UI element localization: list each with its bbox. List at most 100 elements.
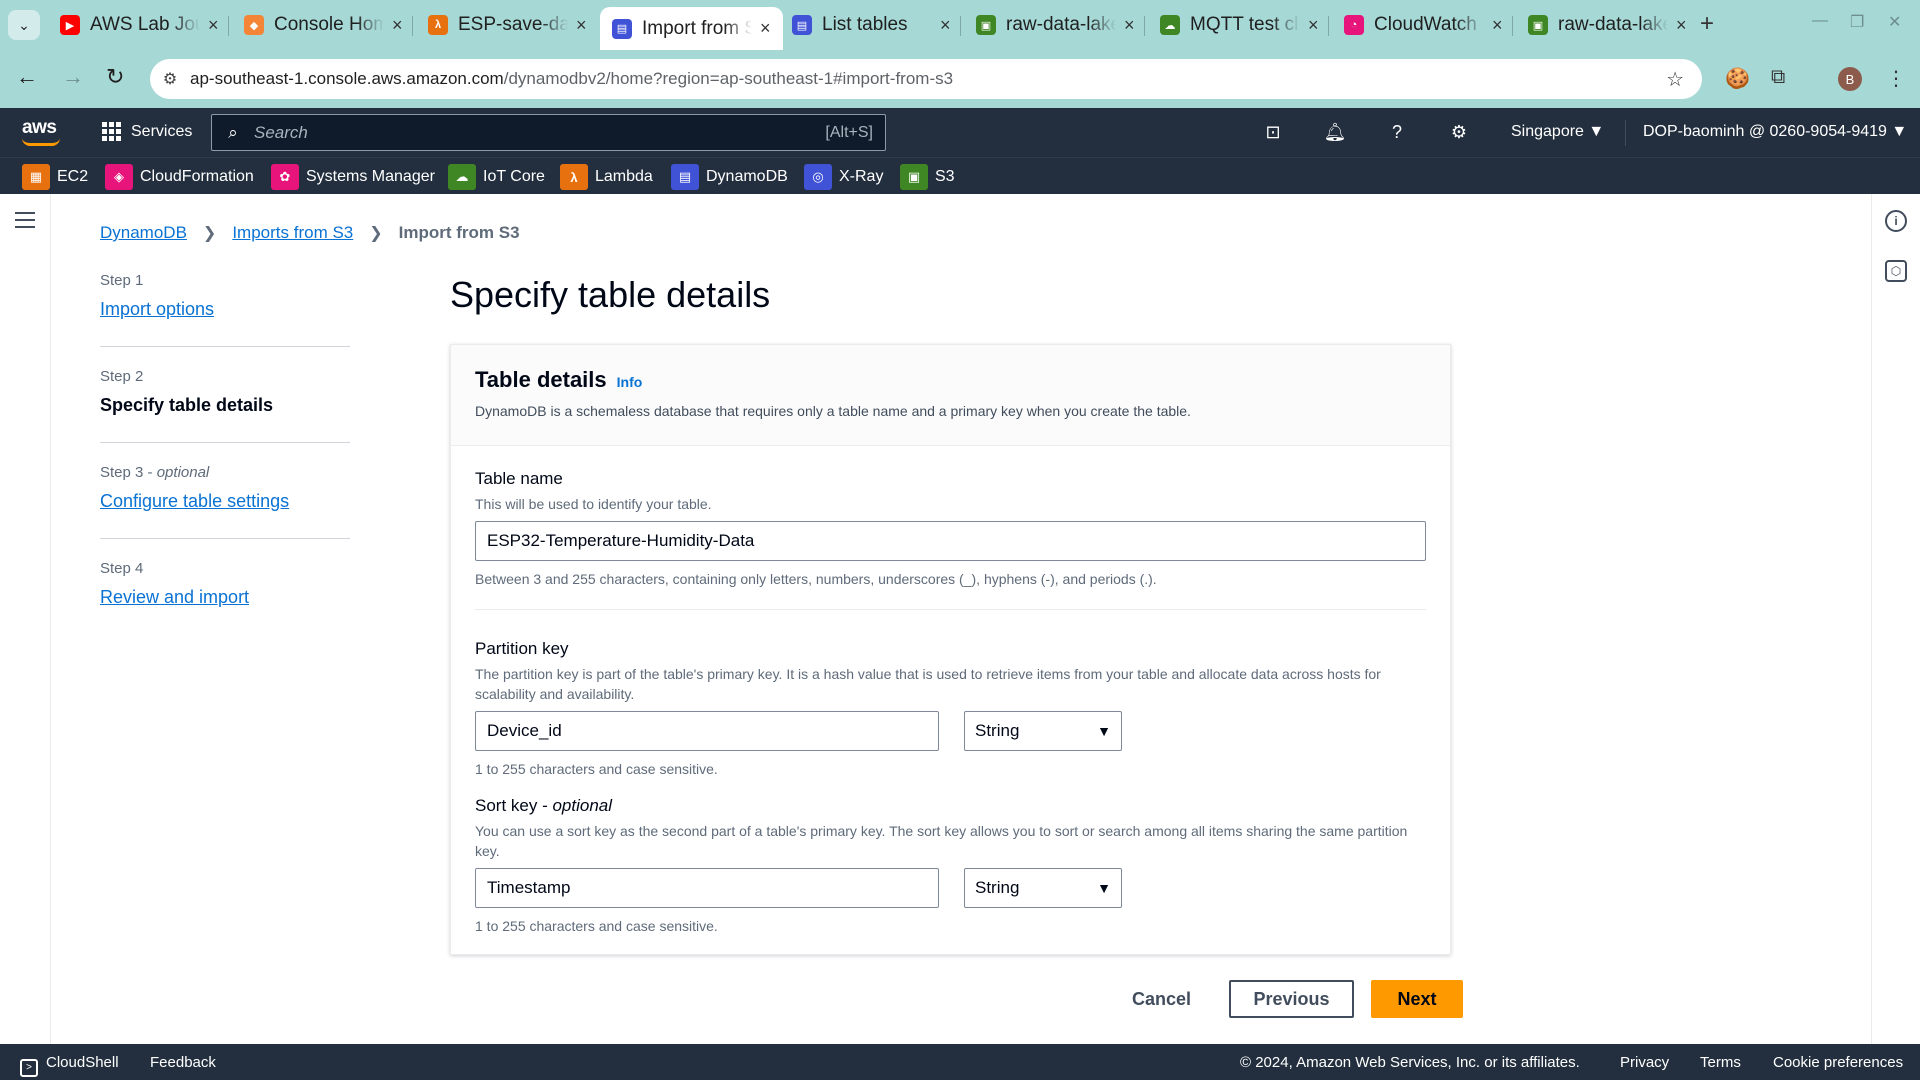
next-button[interactable]: Next: [1371, 980, 1464, 1018]
wizard-steps: Step 1 Import options Step 2 Specify tab…: [100, 272, 350, 655]
partition-key-description: The partition key is part of the table's…: [475, 666, 1381, 702]
step-link-review-and-import[interactable]: Review and import: [100, 587, 249, 607]
address-bar[interactable]: ⚙ ap-southeast-1.console.aws.amazon.com/…: [150, 59, 1702, 99]
browser-tab[interactable]: ▶ AWS Lab Journal ×: [48, 7, 231, 43]
sort-key-input[interactable]: Timestamp: [475, 868, 939, 908]
close-icon[interactable]: ×: [1308, 15, 1319, 36]
cookie-extension-icon[interactable]: 🍪: [1725, 66, 1750, 91]
terms-link[interactable]: Terms: [1700, 1054, 1741, 1071]
feedback-link[interactable]: Feedback: [150, 1054, 216, 1071]
partition-key-type-select[interactable]: String ▼: [964, 711, 1122, 751]
forward-icon[interactable]: →: [62, 64, 84, 90]
services-menu-button[interactable]: Services: [102, 122, 192, 141]
profile-avatar[interactable]: B: [1838, 67, 1862, 91]
cloudshell-button[interactable]: > CloudShell: [20, 1054, 119, 1077]
favorite-iot-core[interactable]: ☁ IoT Core: [448, 164, 545, 190]
close-icon[interactable]: ×: [576, 15, 587, 36]
tab-label: raw-data-lake: [1006, 14, 1116, 35]
browser-tab[interactable]: ▣ raw-data-lake ×: [964, 7, 1147, 43]
favorite-cloudformation[interactable]: ◈ CloudFormation: [105, 164, 254, 190]
cloudshell-icon[interactable]: ⊡: [1261, 120, 1285, 144]
close-icon[interactable]: ×: [392, 15, 403, 36]
tab-separator: [1512, 16, 1513, 36]
settings-gear-icon[interactable]: ⚙: [1447, 120, 1471, 144]
browser-tab-active[interactable]: ▤ Import from S3 ×: [600, 7, 783, 50]
browser-tab[interactable]: λ ESP-save-data ×: [416, 7, 599, 43]
region-selector[interactable]: Singapore ▼: [1511, 123, 1604, 141]
tab-separator: [1328, 16, 1329, 36]
info-icon[interactable]: i: [1885, 210, 1907, 232]
section-divider: [475, 609, 1426, 610]
cancel-button[interactable]: Cancel: [1104, 980, 1219, 1018]
favorite-s3[interactable]: ▣ S3: [900, 164, 955, 190]
browser-tab[interactable]: ◔ CloudWatch ×: [1332, 7, 1515, 43]
close-window-icon[interactable]: ✕: [1888, 12, 1901, 32]
table-name-input[interactable]: ESP32-Temperature-Humidity-Data: [475, 521, 1426, 561]
help-icon[interactable]: ?: [1385, 120, 1409, 144]
chevron-right-icon: ❯: [202, 225, 217, 242]
step-current-label: Specify table details: [100, 395, 274, 415]
favorite-x-ray[interactable]: ◎ X-Ray: [804, 164, 883, 190]
close-icon[interactable]: ×: [208, 15, 219, 36]
favorites-bar: ▦ EC2 ◈ CloudFormation ✿ Systems Manager…: [0, 157, 1920, 194]
browser-tab[interactable]: ▤ List tables ×: [780, 7, 963, 43]
dynamodb-icon: ▤: [671, 164, 699, 190]
lambda-icon: λ: [428, 15, 448, 35]
close-icon[interactable]: ×: [1124, 15, 1135, 36]
browser-tab[interactable]: ◆ Console Home ×: [232, 7, 415, 43]
table-name-description: This will be used to identify your table…: [475, 496, 712, 512]
previous-button[interactable]: Previous: [1229, 980, 1355, 1018]
partition-key-label: Partition key: [475, 639, 569, 658]
favorite-ec2[interactable]: ▦ EC2: [22, 164, 88, 190]
step-link-configure-table-settings[interactable]: Configure table settings: [100, 491, 289, 511]
favorite-dynamodb[interactable]: ▤ DynamoDB: [671, 164, 788, 190]
container-description: DynamoDB is a schemaless database that r…: [475, 403, 1191, 419]
bookmark-star-icon[interactable]: ☆: [1666, 67, 1684, 92]
q-assistant-icon[interactable]: ⬡: [1885, 260, 1907, 282]
info-link[interactable]: Info: [617, 374, 643, 390]
maximize-icon[interactable]: ❐: [1850, 12, 1864, 32]
close-icon[interactable]: ×: [1676, 15, 1687, 36]
table-details-container: Table details Info DynamoDB is a schemal…: [450, 344, 1451, 955]
tab-label: Console Home: [274, 14, 384, 35]
partition-key-input[interactable]: Device_id: [475, 711, 939, 751]
breadcrumb-imports-from-s3[interactable]: Imports from S3: [232, 223, 353, 243]
browser-menu-icon[interactable]: ⋮: [1886, 66, 1906, 91]
reload-icon[interactable]: ↻: [106, 64, 124, 90]
privacy-link[interactable]: Privacy: [1620, 1054, 1669, 1071]
close-icon[interactable]: ×: [940, 15, 951, 36]
aws-logo[interactable]: aws: [22, 117, 62, 147]
site-info-icon[interactable]: ⚙: [150, 69, 190, 89]
wizard-step-3: Step 3 - optional Configure table settin…: [100, 464, 350, 539]
notifications-bell-icon[interactable]: 🔔︎: [1323, 120, 1347, 144]
step-link-import-options[interactable]: Import options: [100, 299, 214, 319]
account-menu[interactable]: DOP-baominh @ 0260-9054-9419 ▼: [1643, 123, 1907, 141]
breadcrumb-dynamodb[interactable]: DynamoDB: [100, 223, 187, 243]
aws-box-icon: ◆: [244, 15, 264, 35]
iot-core-icon: ☁: [448, 164, 476, 190]
header-divider: [1625, 120, 1626, 146]
container-header: Table details Info DynamoDB is a schemal…: [451, 345, 1450, 446]
hamburger-menu-icon[interactable]: [15, 212, 35, 233]
table-name-constraint: Between 3 and 255 characters, containing…: [475, 571, 1157, 587]
tools-panel-rail: i ⬡: [1871, 194, 1920, 1044]
browser-tab[interactable]: ☁ MQTT test client ×: [1148, 7, 1331, 43]
tab-label: CloudWatch: [1374, 14, 1477, 35]
favorite-lambda[interactable]: λ Lambda: [560, 164, 653, 190]
sort-key-field: Sort key - optional You can use a sort k…: [475, 796, 1426, 934]
minimize-icon[interactable]: —: [1812, 12, 1828, 30]
browser-tab[interactable]: ▣ raw-data-lake ×: [1516, 7, 1699, 43]
aws-top-nav: aws Services ⌕ Search [Alt+S] ⊡ 🔔︎ ? ⚙ S…: [0, 108, 1920, 157]
new-tab-button[interactable]: +: [1700, 10, 1714, 38]
close-icon[interactable]: ×: [1492, 15, 1503, 36]
sort-key-type-select[interactable]: String ▼: [964, 868, 1122, 908]
tab-search-button[interactable]: ⌄: [8, 10, 40, 40]
tab-separator: [228, 16, 229, 36]
cookie-preferences-link[interactable]: Cookie preferences: [1773, 1054, 1903, 1071]
unified-search-input[interactable]: ⌕ Search [Alt+S]: [211, 114, 886, 151]
extensions-puzzle-icon[interactable]: ⧉: [1771, 66, 1785, 89]
favorite-systems-manager[interactable]: ✿ Systems Manager: [271, 164, 435, 190]
back-icon[interactable]: ←: [16, 64, 38, 90]
partition-key-constraint: 1 to 255 characters and case sensitive.: [475, 761, 718, 777]
close-icon[interactable]: ×: [760, 18, 771, 39]
